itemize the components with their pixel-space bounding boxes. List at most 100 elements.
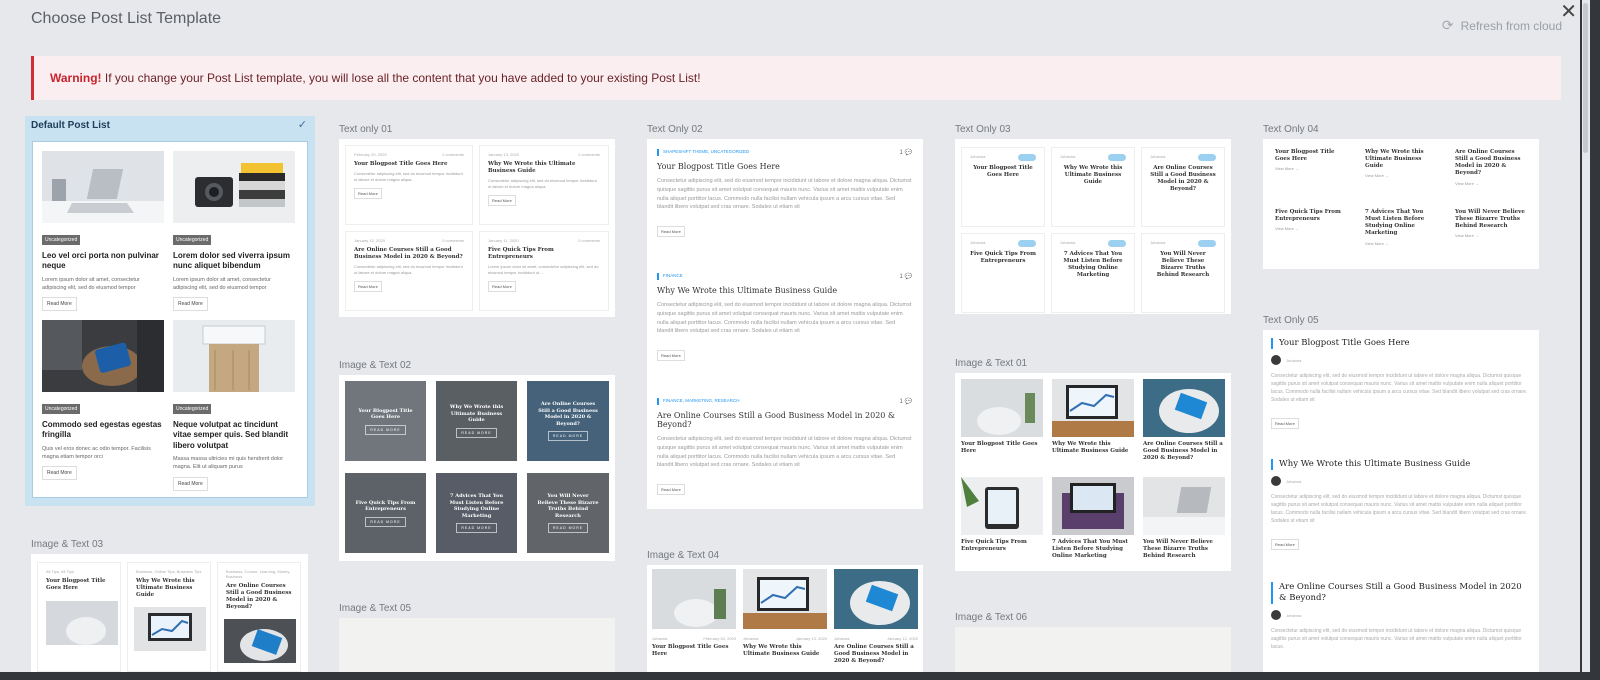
post-title: Are Online Courses Still a Good Business… — [1150, 165, 1216, 193]
post-title: Are Online Courses Still a Good Business… — [1455, 149, 1521, 177]
post-comments: 0 comments — [442, 238, 464, 243]
list-item: Johanna January 13, 2020 Why We Wrote thi… — [743, 569, 827, 672]
template-image-text-05[interactable]: Image & Text 05 — [339, 600, 624, 672]
post-title[interactable]: Leo vel orci porta non pulvinar neque — [42, 251, 164, 272]
list-item: You Will Never Believe These Bizarre Tru… — [527, 473, 609, 553]
post-title: Why We Wrote this Ultimate Business Guid… — [657, 286, 838, 295]
read-more-button: READ MORE — [547, 431, 589, 441]
post-title: Why We Wrote this Ultimate Business Guid… — [1063, 165, 1123, 186]
post-title[interactable]: Commodo sed egestas egestas fringilla — [42, 420, 164, 441]
template-text-only-04[interactable]: Text Only 04 Your Blogpost Title Goes He… — [1263, 121, 1548, 269]
post-excerpt: Consectetur adipiscing elit, sed do eius… — [657, 302, 912, 335]
scrollbar[interactable] — [1582, 0, 1590, 672]
post-image — [1052, 379, 1134, 437]
post-title: Are Online Courses Still a Good Business… — [538, 401, 598, 427]
template-image-text-03[interactable]: Image & Text 03 All Tips, All Tips Your … — [31, 536, 316, 672]
read-more-button[interactable]: Read More — [42, 297, 77, 312]
post-date: January 11, 2020 — [488, 238, 519, 243]
template-label: Text Only 03 — [955, 124, 1011, 135]
post-image — [224, 619, 296, 663]
list-item: February 20, 2020 2 comments Your Blogpos… — [345, 145, 473, 225]
list-item: Johanna January 12, 2020 Are Online Cours… — [834, 569, 918, 672]
template-image-text-01[interactable]: Image & Text 01 Your Blogpost Title Goes… — [955, 355, 1240, 571]
template-text-only-02[interactable]: Text Only 02 SHAPESHIFT THEME, UNCATEGOR… — [647, 121, 932, 509]
post-title: Five Quick Tips From Entrepreneurs — [970, 251, 1036, 265]
template-label: Text Only 05 — [1263, 315, 1319, 326]
template-label: Image & Text 06 — [955, 612, 1028, 623]
template-image-text-02[interactable]: Image & Text 02 Your Blogpost Title Goes… — [339, 357, 624, 561]
view-more-link: View More → — [1365, 240, 1389, 246]
post-title: Why We Wrote this Ultimate Business Guid… — [449, 404, 504, 424]
list-item: Johanna Your Blogpost Title Goes Here — [961, 147, 1045, 227]
list-item: Are Online Courses Still a Good Business… — [527, 381, 609, 461]
scrollbar-thumb[interactable] — [1583, 3, 1588, 153]
template-text-only-05[interactable]: Text Only 05 Your Blogpost Title Goes He… — [1263, 312, 1548, 672]
post-excerpt: Consectetur adipiscing elit, sed do eius… — [1271, 628, 1522, 651]
template-preview: All Tips, All Tips Your Blogpost Title G… — [31, 554, 308, 672]
list-item: Business, Course, Learning, Money, Busin… — [217, 562, 301, 672]
list-item: Johanna 7 Advices That You Must Listen B… — [1051, 233, 1135, 313]
post-excerpt: Consectetur adipiscing elit, sed do eius… — [354, 264, 463, 275]
read-more-button[interactable]: Read More — [42, 466, 77, 481]
template-default-post-list[interactable]: Default Post List ✓ Uncategorized Leo ve… — [25, 116, 315, 506]
post-title[interactable]: Neque volutpat ac tincidunt vitae semper… — [173, 420, 295, 451]
close-icon[interactable]: ✕ — [1560, 2, 1577, 22]
list-item: Why We Wrote this Ultimate Business Guid… — [1357, 145, 1443, 201]
post-date: January 12, 2020 — [354, 238, 385, 243]
post-author: Johanna — [1060, 154, 1076, 159]
template-image-text-04[interactable]: Image & Text 04 Johanna February 20, 2020… — [647, 547, 932, 672]
template-label: Image & Text 04 — [647, 550, 720, 561]
template-image-text-06[interactable]: Image & Text 06 — [955, 609, 1240, 672]
post-title: Your Blogpost Title Goes Here — [358, 407, 413, 421]
list-item: Uncategorized Leo vel orci porta non pul… — [42, 151, 164, 312]
post-author: Johanna — [1286, 357, 1302, 363]
comment-count: 1 💬 — [899, 150, 913, 156]
post-excerpt: Consectetur adipiscing elit, sed do eius… — [657, 178, 912, 211]
refresh-from-cloud-button[interactable]: ⟳ Refresh from cloud — [1442, 17, 1562, 34]
post-title: Why We Wrote this Ultimate Business Guid… — [136, 578, 195, 599]
post-excerpt: Consectetur adipiscing elit, sed do eius… — [1271, 494, 1528, 525]
post-image — [961, 379, 1043, 437]
post-title: Why We Wrote this Ultimate Business Guid… — [1365, 149, 1424, 170]
post-title: Are Online Courses Still a Good Business… — [1271, 582, 1531, 605]
list-item: Uncategorized Lorem dolor sed viverra ip… — [173, 151, 295, 312]
post-image — [173, 320, 295, 392]
post-author: Johanna — [1286, 612, 1302, 618]
read-more-button: Read More — [657, 226, 685, 238]
post-title: Are Online Courses Still a Good Business… — [1143, 441, 1223, 462]
avatar — [1271, 355, 1281, 366]
post-title: Are Online Courses Still a Good Business… — [354, 247, 463, 261]
list-item: Uncategorized Commodo sed egestas egesta… — [42, 320, 164, 481]
read-more-button[interactable]: Read More — [173, 476, 208, 491]
list-item: Business, Online Tips, Business Tips Why… — [127, 562, 211, 672]
check-icon: ✓ — [297, 119, 307, 131]
post-image — [1052, 477, 1134, 535]
read-more-button: Read More — [1271, 539, 1299, 551]
template-text-only-03[interactable]: Text Only 03 Johanna Your Blogpost Title… — [955, 121, 1240, 314]
post-image — [42, 320, 164, 392]
read-more-button: READ MORE — [456, 523, 497, 533]
template-text-only-01[interactable]: Text only 01 February 20, 2020 2 comments… — [339, 121, 624, 317]
post-title: Five Quick Tips From Entrepreneurs — [961, 539, 1027, 553]
template-preview: SHAPESHIFT THEME, UNCATEGORIZED 1 💬 Your … — [647, 139, 923, 509]
post-excerpt: Quis vel eros donec ac odio tempor. Faci… — [42, 445, 151, 461]
read-more-button[interactable]: Read More — [173, 297, 208, 312]
post-title: Your Blogpost Title Goes Here — [46, 578, 106, 592]
read-more-button: Read More — [354, 281, 382, 293]
list-item: Why We Wrote this Ultimate Business Guid… — [436, 381, 517, 461]
toggle-pill — [1108, 154, 1126, 161]
post-title: Why We Wrote this Ultimate Business Guid… — [743, 644, 820, 658]
list-item: January 12, 2020 0 comments Are Online Co… — [345, 231, 473, 311]
post-title: 7 Advices That You Must Listen Before St… — [1063, 251, 1123, 279]
category-badge: Uncategorized — [173, 404, 212, 414]
toggle-pill — [1018, 154, 1036, 161]
post-comments: 2 comments — [442, 152, 464, 157]
list-item: FINANCE 1 💬 Why We Wrote this Ultimate Bu… — [657, 273, 912, 362]
post-date: January 13, 2020 — [796, 636, 827, 641]
post-image — [834, 569, 918, 629]
template-preview: Your Blogpost Title Goes Here READ MORE W… — [339, 375, 615, 561]
post-title[interactable]: Lorem dolor sed viverra ipsum nunc aliqu… — [173, 251, 295, 272]
list-item: 7 Advices That You Must Listen Before St… — [1357, 205, 1443, 261]
view-more-link: View More → — [1275, 166, 1299, 172]
view-more-link: View More → — [1455, 180, 1479, 186]
